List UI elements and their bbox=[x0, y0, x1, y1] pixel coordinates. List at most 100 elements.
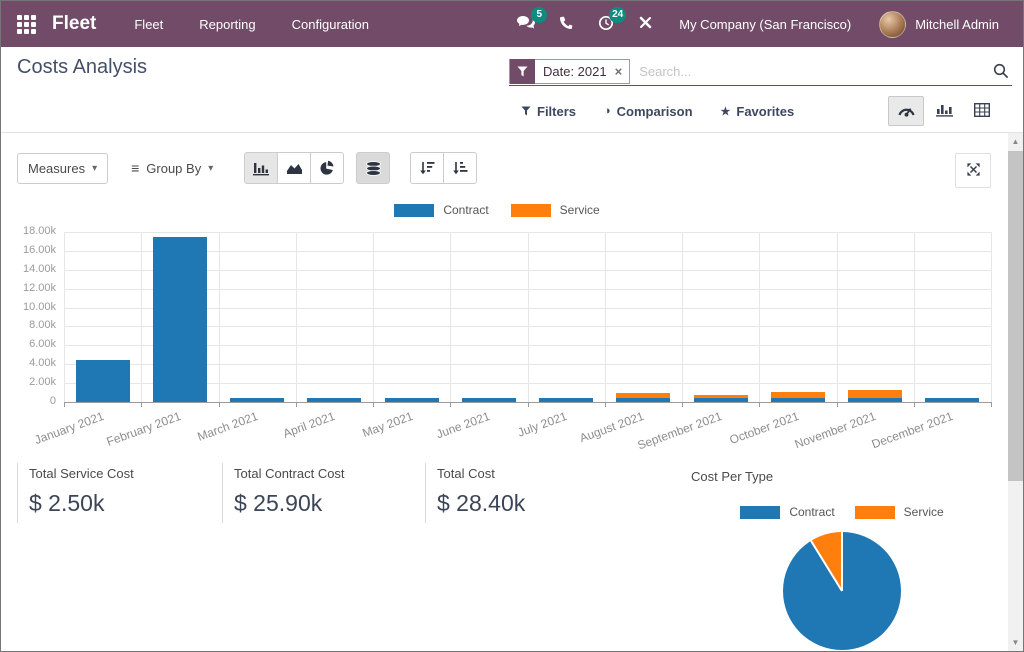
bar-segment-contract[interactable] bbox=[385, 398, 439, 402]
x-axis-tick bbox=[64, 402, 65, 407]
app-brand[interactable]: Fleet bbox=[52, 13, 96, 35]
dashboard-content: Measures ▾ ≡ Group By ▾ bbox=[1, 133, 1023, 651]
debug-tools-button[interactable] bbox=[630, 10, 661, 38]
company-name: My Company (San Francisco) bbox=[679, 17, 851, 32]
activities-badge: 24 bbox=[609, 7, 626, 23]
x-axis-tick bbox=[219, 402, 220, 407]
bar-segment-contract[interactable] bbox=[462, 398, 516, 402]
user-menu[interactable]: Mitchell Admin bbox=[869, 5, 1009, 44]
legend-item-contract[interactable]: Contract bbox=[740, 505, 834, 519]
facet-remove-icon[interactable]: × bbox=[615, 64, 630, 79]
kpi-total-contract-cost: Total Contract Cost $ 25.90k bbox=[222, 463, 416, 523]
legend-label: Service bbox=[904, 505, 944, 519]
menu-fleet[interactable]: Fleet bbox=[134, 3, 163, 46]
y-axis-label: 6.00k bbox=[1, 338, 56, 350]
dashboard-gauge-icon bbox=[897, 102, 916, 120]
x-axis-tick bbox=[837, 402, 838, 407]
x-axis-tick bbox=[991, 402, 992, 407]
bar-segment-service[interactable] bbox=[694, 395, 748, 398]
gridline-vertical bbox=[528, 232, 529, 402]
kpi-label: Total Cost bbox=[437, 466, 665, 481]
view-graph-button[interactable] bbox=[926, 96, 962, 126]
activities-button[interactable]: 24 bbox=[590, 10, 622, 39]
pie-slice-separator bbox=[841, 532, 843, 591]
search-icon[interactable] bbox=[990, 63, 1012, 79]
x-axis-tick bbox=[450, 402, 451, 407]
comparison-label: Comparison bbox=[617, 104, 693, 119]
kpi-total-cost: Total Cost $ 28.40k bbox=[425, 463, 665, 523]
x-axis-tick bbox=[373, 402, 374, 407]
menu-reporting[interactable]: Reporting bbox=[199, 3, 255, 46]
y-axis-label: 4.00k bbox=[1, 357, 56, 369]
search-bar: Date: 2021 × bbox=[509, 57, 1012, 86]
top-navbar: Fleet Fleet Reporting Configuration 5 bbox=[1, 1, 1023, 47]
y-axis-label: 0 bbox=[1, 395, 56, 407]
search-facet[interactable]: Date: 2021 × bbox=[509, 59, 630, 84]
bar-segment-contract[interactable] bbox=[694, 398, 748, 402]
control-panel: Costs Analysis Date: 2021 × Filte bbox=[1, 47, 1023, 133]
gridline-vertical bbox=[914, 232, 915, 402]
bar-segment-contract[interactable] bbox=[848, 398, 902, 402]
legend-label: Contract bbox=[789, 505, 834, 519]
pie-slice-separator bbox=[810, 540, 843, 591]
view-pivot-button[interactable] bbox=[964, 96, 1000, 126]
y-axis-label: 18.00k bbox=[1, 225, 56, 237]
gridline-vertical bbox=[450, 232, 451, 402]
filters-button[interactable]: Filters bbox=[521, 100, 576, 123]
bar-segment-service[interactable] bbox=[771, 392, 825, 399]
scroll-up-icon[interactable]: ▲ bbox=[1008, 134, 1023, 149]
star-icon: ★ bbox=[721, 105, 731, 118]
messages-button[interactable]: 5 bbox=[508, 10, 543, 39]
menu-configuration[interactable]: Configuration bbox=[292, 3, 369, 46]
kpi-label: Total Contract Cost bbox=[234, 466, 416, 481]
page-title: Costs Analysis bbox=[17, 56, 147, 79]
bar-segment-contract[interactable] bbox=[771, 398, 825, 402]
view-switcher bbox=[888, 96, 1012, 126]
y-axis-label: 14.00k bbox=[1, 263, 56, 275]
bar-chart: 02.00k4.00k6.00k8.00k10.00k12.00k14.00k1… bbox=[1, 133, 993, 468]
phone-icon bbox=[559, 15, 574, 33]
bar-segment-contract[interactable] bbox=[307, 398, 361, 402]
bar-segment-contract[interactable] bbox=[230, 398, 284, 402]
view-dashboard-button[interactable] bbox=[888, 96, 924, 126]
x-axis-tick bbox=[914, 402, 915, 407]
y-axis-label: 16.00k bbox=[1, 244, 56, 256]
search-options-row: Filters ◑ Comparison ★ Favorites bbox=[509, 95, 1012, 127]
x-axis-tick bbox=[528, 402, 529, 407]
gridline-vertical bbox=[219, 232, 220, 402]
bar-segment-contract[interactable] bbox=[153, 237, 207, 402]
bar-segment-contract[interactable] bbox=[616, 398, 670, 402]
gridline-vertical bbox=[759, 232, 760, 402]
pie-chart[interactable] bbox=[783, 532, 901, 650]
gridline-vertical bbox=[991, 232, 992, 402]
y-axis-label: 8.00k bbox=[1, 319, 56, 331]
pie-chart-legend: Contract Service bbox=[692, 505, 992, 519]
bar-segment-service[interactable] bbox=[616, 393, 670, 399]
bar-segment-contract[interactable] bbox=[539, 398, 593, 402]
vertical-scrollbar[interactable]: ▲ ▼ bbox=[1008, 133, 1023, 651]
comparison-button[interactable]: ◑ Comparison bbox=[604, 100, 693, 123]
gridline-vertical bbox=[64, 232, 65, 402]
filter-facet-icon bbox=[510, 59, 535, 84]
gridline-vertical bbox=[296, 232, 297, 402]
x-axis-tick bbox=[605, 402, 606, 407]
x-axis-tick bbox=[141, 402, 142, 407]
bar-segment-contract[interactable] bbox=[76, 360, 130, 402]
x-axis-tick bbox=[759, 402, 760, 407]
bar-segment-service[interactable] bbox=[848, 390, 902, 399]
favorites-button[interactable]: ★ Favorites bbox=[721, 100, 795, 123]
pivot-table-icon bbox=[974, 103, 990, 120]
bar-segment-contract[interactable] bbox=[925, 398, 979, 402]
gridline-vertical bbox=[682, 232, 683, 402]
legend-item-service[interactable]: Service bbox=[855, 505, 944, 519]
scroll-down-icon[interactable]: ▼ bbox=[1008, 635, 1023, 650]
scrollbar-thumb[interactable] bbox=[1008, 151, 1023, 481]
x-axis-tick bbox=[296, 402, 297, 407]
systray: 5 24 My Company (San Francisco) bbox=[508, 5, 1009, 44]
search-input[interactable] bbox=[637, 63, 983, 80]
gridline-vertical bbox=[373, 232, 374, 402]
company-switcher[interactable]: My Company (San Francisco) bbox=[669, 11, 861, 38]
user-name: Mitchell Admin bbox=[915, 17, 999, 32]
apps-menu-icon[interactable] bbox=[17, 15, 36, 34]
phone-button[interactable] bbox=[551, 10, 582, 38]
